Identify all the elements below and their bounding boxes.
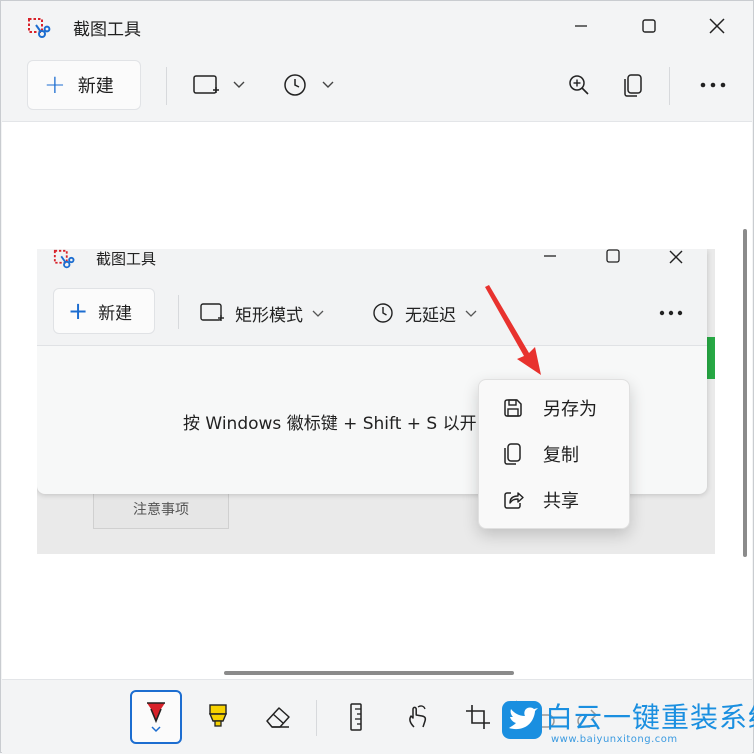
maximize-button[interactable] [631,11,667,41]
menu-item-save-as[interactable]: 另存为 [479,388,629,428]
watermark: 白云一键重装系统 www.baiyunxitong.com [501,694,754,752]
copy-button[interactable] [615,69,651,101]
minimize-icon[interactable] [542,251,558,261]
plus-icon: + [68,297,89,325]
ruler-button[interactable] [330,690,382,744]
watermark-text: 白云一键重装系统 [545,701,754,734]
chevron-down-icon [465,310,477,317]
minimize-button[interactable] [563,11,599,41]
horizontal-scrollbar[interactable] [224,671,514,675]
watermark-url: www.baiyunxitong.com [551,734,678,745]
window-title: 截图工具 [73,20,141,40]
eraser-icon [266,707,290,728]
more-options-button[interactable] [693,69,733,101]
inner-window-title: 截图工具 [96,250,157,268]
minimize-icon [575,25,587,27]
shortcut-hint-text: 按 Windows 徽标键 + Shift + S 以开 [183,414,477,434]
menu-item-share[interactable]: 共享 [479,480,629,520]
copy-icon [624,74,642,97]
snipping-tool-logo-icon [27,17,51,41]
toolbar-divider [669,67,670,105]
rectangle-mode-icon [200,303,224,321]
chevron-down-icon [233,81,245,88]
toolbar-divider [178,295,179,329]
delay-label: 无延迟 [405,305,456,326]
notes-box: 注意事项 [93,489,229,529]
delay-dropdown[interactable] [273,69,343,101]
save-icon [501,396,525,420]
green-strip [707,337,715,379]
close-button[interactable] [699,11,735,41]
eraser-button[interactable] [252,690,304,744]
crop-icon [466,705,490,729]
inner-new-button[interactable]: + 新建 [53,288,155,334]
new-snip-label: 新建 [77,76,114,97]
snipping-tool-logo-icon [53,249,75,271]
top-toolbar: + 新建 [1,53,753,121]
share-icon [501,488,525,512]
snip-mode-dropdown[interactable] [183,69,253,101]
ballpoint-pen-button[interactable] [130,690,182,744]
crop-button[interactable] [452,690,504,744]
copy-icon [501,442,525,466]
more-icon [700,82,726,88]
menu-item-label: 复制 [543,445,579,466]
close-icon [709,18,725,34]
snipping-tool-window: 截图工具 + 新建 注意事项 截图工具 + 新建 矩形模式 无延迟 按 Wind… [0,0,754,754]
highlighter-button[interactable] [192,690,244,744]
ballpoint-pen-icon [147,702,165,733]
chevron-down-icon [312,310,324,317]
inner-delay-dropdown[interactable]: 无延迟 [371,299,478,327]
menu-item-label: 共享 [543,491,579,512]
new-snip-button[interactable]: + 新建 [27,60,141,110]
inner-mode-dropdown[interactable]: 矩形模式 [197,299,325,327]
clock-icon [373,303,393,323]
mode-label: 矩形模式 [235,305,303,326]
zoom-in-icon [569,75,589,95]
toolbar-divider [166,67,167,105]
context-menu: 另存为 复制 共享 [478,379,630,529]
more-icon[interactable] [659,309,683,317]
maximize-icon[interactable] [606,249,620,263]
menu-item-label: 另存为 [543,399,597,420]
chevron-down-icon [322,81,334,88]
menu-item-copy[interactable]: 复制 [479,434,629,474]
maximize-icon [642,19,656,33]
notes-label: 注意事项 [133,502,189,518]
plus-icon: + [44,70,66,100]
toolbar-divider [316,700,317,736]
touch-writing-icon [409,705,427,728]
zoom-button[interactable] [561,69,597,101]
bird-logo-icon [502,701,542,739]
close-icon[interactable] [668,249,684,265]
red-arrow-annotation [485,285,541,375]
title-bar: 截图工具 [1,1,753,53]
ruler-icon [350,703,362,731]
rectangle-mode-icon [193,75,217,94]
vertical-scrollbar[interactable] [743,229,747,557]
highlighter-icon [208,704,228,727]
touch-writing-button[interactable] [392,690,444,744]
inner-new-label: 新建 [98,303,133,324]
